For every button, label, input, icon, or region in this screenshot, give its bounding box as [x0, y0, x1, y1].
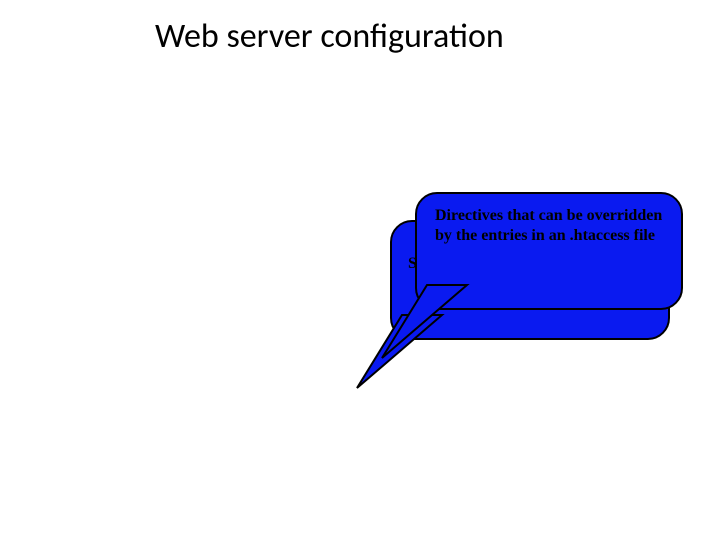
- page-title: Web server configuration: [155, 16, 504, 57]
- callout-front-bubble: Directives that can be overridden by the…: [415, 192, 683, 310]
- callout-tail-icon: [377, 273, 497, 363]
- callout-front: Directives that can be overridden by the…: [415, 192, 683, 310]
- callout-front-text: Directives that can be overridden by the…: [435, 206, 675, 246]
